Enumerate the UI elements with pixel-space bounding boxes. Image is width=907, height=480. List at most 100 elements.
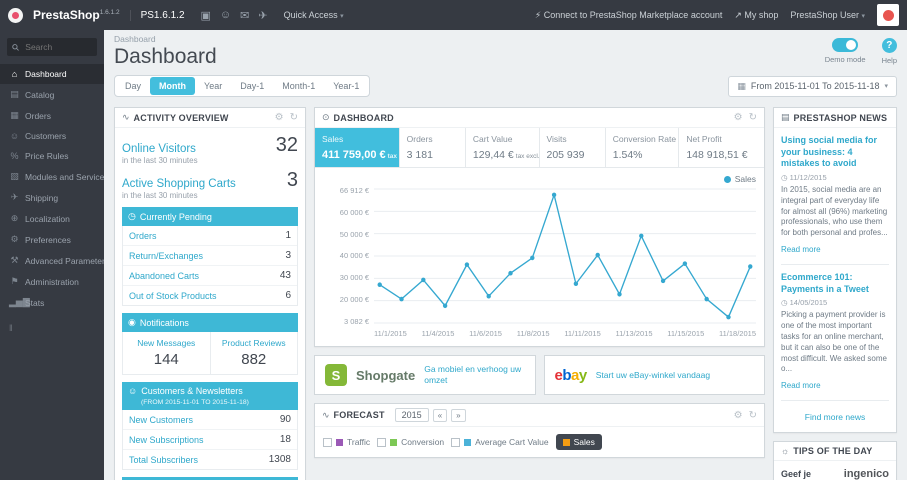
checkbox[interactable] xyxy=(323,437,332,447)
help-control: ? Help xyxy=(882,38,897,65)
forecast-legend-average-cart-value[interactable]: Average Cart Value xyxy=(451,437,549,447)
marketplace-connect-link[interactable]: ⚡ Connect to PrestaShop Marketplace acco… xyxy=(535,10,722,21)
forecast-icon: ∿ xyxy=(322,409,330,420)
checkbox[interactable] xyxy=(451,437,461,447)
article-excerpt: In 2015, social media are an integral pa… xyxy=(781,185,888,238)
rocket-icon[interactable]: ✈ xyxy=(258,9,267,22)
article-title-link[interactable]: Ecommerce 101: Payments in a Tweet xyxy=(781,272,889,295)
sidebar-item-advanced-parameters[interactable]: ⚒ Advanced Parameters xyxy=(0,250,104,271)
kpi-net-profit[interactable]: Net Profit 148 918,51 € xyxy=(679,128,764,167)
external-link-icon: ↗ xyxy=(734,9,742,20)
checkbox[interactable] xyxy=(377,437,387,447)
my-shop-link[interactable]: ↗ My shop xyxy=(734,10,778,21)
refresh-icon[interactable]: ↻ xyxy=(290,112,298,123)
forecast-legend-traffic[interactable]: Traffic xyxy=(323,437,370,447)
kpi-sales[interactable]: Sales 411 759,00 €tax excl. xyxy=(315,128,400,167)
range-month-button[interactable]: Month xyxy=(150,77,196,95)
sidebar-item-shipping[interactable]: ✈ Shipping xyxy=(0,187,104,208)
sidebar-item-modules[interactable]: ▧ Modules and Services xyxy=(0,166,104,187)
sidebar-item-orders[interactable]: ▦ Orders xyxy=(0,105,104,126)
avatar[interactable] xyxy=(877,4,899,26)
gear-icon[interactable]: ⚙ xyxy=(275,112,284,123)
forecast-next-button[interactable]: » xyxy=(451,408,466,422)
cell-link[interactable]: New Messages xyxy=(126,338,207,348)
user-menu[interactable]: PrestaShop User ▾ xyxy=(790,10,865,20)
kpi-orders[interactable]: Orders 3 181 xyxy=(400,128,466,167)
kpi-cart-value[interactable]: Cart Value 129,44 € tax excl. xyxy=(466,128,540,167)
row-link[interactable]: Out of Stock Products xyxy=(129,291,217,301)
gear-icon[interactable]: ⚙ xyxy=(734,410,743,421)
new-messages-cell[interactable]: New Messages 144 xyxy=(123,332,211,374)
customers-newsletters-header: ☺ Customers & Newsletters (FROM 2015-11-… xyxy=(122,382,298,410)
row-link[interactable]: New Customers xyxy=(129,415,193,425)
forecast-prev-button[interactable]: « xyxy=(432,408,448,422)
article-title-link[interactable]: Using social media for your business: 4 … xyxy=(781,135,889,170)
ebay-promo[interactable]: ebay Start uw eBay-winkel vandaag xyxy=(543,355,765,396)
read-more-link[interactable]: Read more xyxy=(781,245,821,254)
sidebar-item-customers[interactable]: ☺ Customers xyxy=(0,126,104,146)
shopgate-promo[interactable]: S Shopgate Ga mobiel en verhoog uw omzet xyxy=(314,355,536,396)
refresh-icon[interactable]: ↻ xyxy=(749,112,757,123)
clock-icon: ◷ xyxy=(781,298,788,308)
cart-icon[interactable]: ▣ xyxy=(201,9,211,22)
sidebar-item-dashboard[interactable]: ⌂ Dashboard xyxy=(0,64,104,84)
online-visitors-link[interactable]: Online Visitors xyxy=(122,143,196,155)
sales-color-swatch xyxy=(562,438,570,446)
row-link[interactable]: New Subscriptions xyxy=(129,435,204,445)
cell-link[interactable]: Product Reviews xyxy=(214,338,295,348)
sidebar-item-label: Modules and Services xyxy=(25,171,104,182)
kpi-conversion-rate[interactable]: Conversion Rate 1.54% xyxy=(606,128,680,167)
y-tick: 20 000 € xyxy=(339,295,369,305)
legend-label: Sales xyxy=(573,437,595,448)
forecast-legend-conversion[interactable]: Conversion xyxy=(377,437,444,447)
refresh-icon[interactable]: ↻ xyxy=(749,410,757,421)
breadcrumb[interactable]: Dashboard xyxy=(114,34,217,44)
active-carts-sub: in the last 30 minutes xyxy=(122,191,198,200)
sidebar-collapse-button[interactable]: ‖ xyxy=(0,313,104,343)
active-carts-link[interactable]: Active Shopping Carts xyxy=(122,178,236,190)
section-title: Currently Pending xyxy=(139,211,212,222)
date-range-picker-button[interactable]: ▦ From 2015-11-01 To 2015-11-18 ▾ xyxy=(728,75,897,97)
chart-legend[interactable]: Sales xyxy=(323,174,756,184)
range-year-1-button[interactable]: Year-1 xyxy=(324,77,368,95)
sidebar-item-price-rules[interactable]: % Price Rules xyxy=(0,146,104,166)
product-reviews-cell[interactable]: Product Reviews 882 xyxy=(211,332,298,374)
sidebar-item-preferences[interactable]: ⚙ Preferences xyxy=(0,229,104,250)
mail-icon[interactable]: ✉ xyxy=(240,9,249,22)
find-more-news-link[interactable]: Find more news xyxy=(805,412,865,422)
quick-access-menu[interactable]: Quick Access ▾ xyxy=(284,10,344,20)
row-link[interactable]: Orders xyxy=(129,231,157,241)
search-input[interactable] xyxy=(23,41,92,53)
row-link[interactable]: Total Subscribers xyxy=(129,455,198,465)
sidebar-search xyxy=(7,38,97,56)
forecast-legend-sales[interactable]: Sales xyxy=(555,434,602,451)
sidebar-item-administration[interactable]: ⚑ Administration xyxy=(0,271,104,292)
forecast-year-select[interactable]: 2015 xyxy=(394,408,429,423)
range-year-button[interactable]: Year xyxy=(195,77,231,95)
range-month-1-button[interactable]: Month-1 xyxy=(273,77,324,95)
y-tick: 3 082 € xyxy=(343,316,369,326)
demo-mode-control: Demo mode xyxy=(825,38,866,65)
x-tick: 11/6/2015 xyxy=(469,329,502,338)
row-link[interactable]: Abandoned Carts xyxy=(129,271,199,281)
sidebar-item-localization[interactable]: ⊕ Localization xyxy=(0,208,104,229)
ebay-promo-link[interactable]: Start uw eBay-winkel vandaag xyxy=(596,370,710,381)
row-link[interactable]: Return/Exchanges xyxy=(129,251,203,261)
read-more-link[interactable]: Read more xyxy=(781,381,821,390)
preferences-icon: ⚙ xyxy=(10,234,19,244)
ingenico-wordmark: ingenico xyxy=(843,468,889,480)
demo-mode-toggle[interactable] xyxy=(832,38,859,52)
gear-icon[interactable]: ⚙ xyxy=(734,112,743,123)
shop-name: PS1.6.1.2 xyxy=(129,9,185,21)
row-value: 1308 xyxy=(268,454,291,465)
range-day-1-button[interactable]: Day-1 xyxy=(231,77,273,95)
range-day-button[interactable]: Day xyxy=(116,77,150,95)
shopgate-promo-link[interactable]: Ga mobiel en verhoog uw omzet xyxy=(424,364,524,386)
customers-icon: ☺ xyxy=(9,131,20,141)
sidebar-item-stats[interactable]: ▂▅▇ Stats xyxy=(0,292,104,313)
help-icon[interactable]: ? xyxy=(881,38,897,53)
search-icon xyxy=(12,43,19,51)
kpi-visits[interactable]: Visits 205 939 xyxy=(540,128,606,167)
profile-icon[interactable]: ☺ xyxy=(220,9,231,22)
sidebar-item-catalog[interactable]: ▤ Catalog xyxy=(0,84,104,105)
